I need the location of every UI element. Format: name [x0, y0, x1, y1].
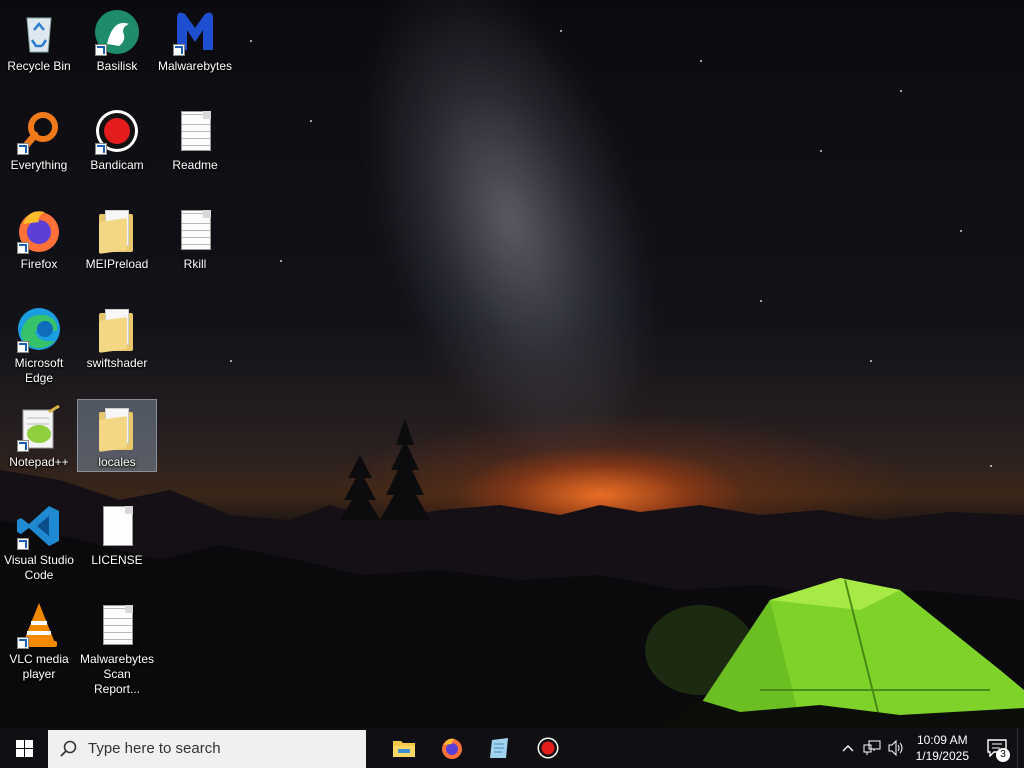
- shortcut-arrow-icon: [17, 341, 29, 353]
- show-hidden-icons-chevron-icon[interactable]: [836, 728, 860, 768]
- desktop-icon-label: Rkill: [183, 257, 207, 271]
- system-tray: 10:09 AM 1/19/2025 3: [836, 728, 1024, 768]
- taskbar: Type here to search 10:09 AM 1/19/2025 3: [0, 728, 1024, 768]
- vlc-icon: [15, 601, 63, 649]
- everything-icon: [15, 107, 63, 155]
- desktop-icon-label: Malwarebytes: [157, 59, 233, 73]
- desktop-icon-label: Everything: [10, 158, 68, 172]
- desktop-icon-label: Recycle Bin: [7, 59, 71, 73]
- taskbar-bandicam[interactable]: [524, 728, 572, 768]
- taskbar-file-explorer[interactable]: [380, 728, 428, 768]
- vscode-icon: [15, 502, 63, 550]
- network-icon[interactable]: [860, 728, 884, 768]
- malwarebytes-icon: [171, 8, 219, 56]
- desktop-icon-microsoft-edge[interactable]: Microsoft Edge: [0, 301, 78, 386]
- volume-icon[interactable]: [884, 728, 908, 768]
- desktop-icon-label: LICENSE: [91, 553, 143, 567]
- shortcut-arrow-icon: [173, 44, 185, 56]
- desktop-icon-label: Visual Studio Code: [4, 553, 74, 582]
- desktop-icon-firefox[interactable]: Firefox: [0, 202, 78, 272]
- shortcut-arrow-icon: [17, 143, 29, 155]
- bandicam-icon: [537, 737, 559, 759]
- file-explorer-icon: [393, 741, 415, 757]
- shortcut-arrow-icon: [95, 44, 107, 56]
- document-icon: [93, 601, 141, 649]
- shortcut-arrow-icon: [17, 538, 29, 550]
- basilisk-icon: [93, 8, 141, 56]
- desktop-icon-notepadpp[interactable]: Notepad++: [0, 400, 78, 470]
- desktop-icon-label: VLC media player: [9, 652, 69, 681]
- search-icon: [60, 740, 77, 757]
- desktop-icon-locales[interactable]: locales: [77, 399, 157, 472]
- desktop-icon-label: Basilisk: [96, 59, 138, 73]
- desktop-icon-label: Malwarebytes Scan Report...: [79, 652, 155, 696]
- taskbar-search-box[interactable]: Type here to search: [48, 729, 366, 768]
- desktop-icon-readme[interactable]: Readme: [156, 103, 234, 173]
- folder-icon: [93, 206, 141, 254]
- notepad-icon: [490, 738, 508, 758]
- clock-time: 10:09 AM: [916, 733, 968, 747]
- desktop-background: Recycle Bin Everything Firefox Microsoft…: [0, 0, 1024, 728]
- folder-icon: [93, 305, 141, 353]
- firefox-icon: [15, 206, 63, 254]
- shortcut-arrow-icon: [17, 440, 29, 452]
- desktop-icon-label: Bandicam: [90, 158, 144, 172]
- search-placeholder: Type here to search: [88, 740, 221, 757]
- notepadpp-icon: [15, 404, 63, 452]
- desktop-icon-vscode[interactable]: Visual Studio Code: [0, 498, 78, 583]
- firefox-icon: [442, 738, 462, 759]
- desktop-icon-basilisk[interactable]: Basilisk: [78, 4, 156, 74]
- shortcut-arrow-icon: [95, 143, 107, 155]
- desktop-icon-malwarebytes-scan-report[interactable]: Malwarebytes Scan Report...: [78, 597, 156, 697]
- desktop-icon-everything[interactable]: Everything: [0, 103, 78, 173]
- desktop-icon-label: Readme: [172, 158, 218, 172]
- shortcut-arrow-icon: [17, 637, 29, 649]
- desktop-icon-label: MEIPreload: [85, 257, 149, 271]
- desktop-icon-license[interactable]: LICENSE: [78, 498, 156, 568]
- start-button[interactable]: [0, 728, 48, 768]
- edge-icon: [15, 305, 63, 353]
- desktop-icon-label: swiftshader: [86, 356, 148, 370]
- desktop-icon-label: Firefox: [20, 257, 58, 271]
- bandicam-icon: [93, 107, 141, 155]
- taskbar-notepad[interactable]: [476, 728, 524, 768]
- document-icon: [171, 206, 219, 254]
- action-center-button[interactable]: 3: [977, 728, 1017, 768]
- recycle-bin-icon: [15, 8, 63, 56]
- desktop-icon-malwarebytes[interactable]: Malwarebytes: [156, 4, 234, 74]
- desktop-icon-swiftshader[interactable]: swiftshader: [78, 301, 156, 371]
- desktop-icon-vlc[interactable]: VLC media player: [0, 597, 78, 682]
- taskbar-firefox[interactable]: [428, 728, 476, 768]
- desktop-icon-rkill[interactable]: Rkill: [156, 202, 234, 272]
- clock-date: 1/19/2025: [915, 749, 969, 763]
- windows-logo-icon: [15, 739, 33, 757]
- notification-count-badge: 3: [996, 748, 1010, 762]
- desktop-icon-label: Notepad++: [9, 455, 69, 469]
- document-icon: [171, 107, 219, 155]
- show-desktop-button[interactable]: [1017, 728, 1024, 768]
- desktop-icon-meipreload[interactable]: MEIPreload: [78, 202, 156, 272]
- taskbar-clock[interactable]: 10:09 AM 1/19/2025: [908, 732, 977, 764]
- desktop-icon-label: locales: [98, 455, 136, 469]
- desktop-icon-label: Microsoft Edge: [14, 356, 64, 385]
- desktop-icon-bandicam[interactable]: Bandicam: [78, 103, 156, 173]
- shortcut-arrow-icon: [17, 242, 29, 254]
- blank-file-icon: [93, 502, 141, 550]
- desktop-icon-recycle-bin[interactable]: Recycle Bin: [0, 4, 78, 74]
- folder-icon: [93, 404, 141, 452]
